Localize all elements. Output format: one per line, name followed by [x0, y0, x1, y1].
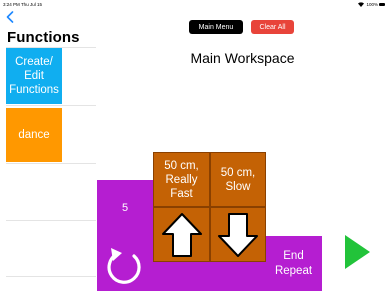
- sidebar-divider: [6, 105, 96, 106]
- end-repeat-block[interactable]: End Repeat: [265, 236, 322, 291]
- workspace-title: Main Workspace: [190, 50, 295, 66]
- function-dance-label: dance: [18, 129, 50, 141]
- direction-down-block[interactable]: [210, 207, 266, 262]
- function-dance[interactable]: dance: [6, 108, 62, 162]
- move-label-slow: 50 cm, Slow: [220, 166, 256, 193]
- chevron-left-icon[interactable]: [6, 11, 16, 23]
- sidebar-divider: [6, 163, 96, 164]
- main-menu-label: Main Menu: [198, 23, 234, 31]
- arrow-down-icon: [218, 212, 258, 257]
- create-edit-functions-button[interactable]: Create/ Edit Functions: [6, 48, 62, 104]
- end-repeat-label: End Repeat: [274, 249, 313, 277]
- sidebar-title: Functions: [7, 29, 80, 46]
- clear-all-label: Clear All: [259, 23, 286, 31]
- repeat-count-block[interactable]: 5: [97, 180, 153, 236]
- create-edit-functions-label: Create/ Edit Functions: [9, 56, 59, 96]
- repeat-count: 5: [121, 202, 129, 214]
- arrow-up-icon: [161, 212, 202, 257]
- move-block-slow[interactable]: 50 cm, Slow: [210, 152, 266, 207]
- direction-up-block[interactable]: [153, 207, 210, 262]
- battery-percent: 100%: [366, 2, 378, 7]
- clear-all-button[interactable]: Clear All: [251, 20, 294, 34]
- sidebar-divider: [6, 220, 96, 221]
- move-block-really-fast[interactable]: 50 cm, Really Fast: [153, 152, 210, 207]
- status-bar: 3:24 PM Thu Jul 15 100%: [0, 0, 386, 10]
- wifi-icon: [358, 2, 364, 9]
- status-time: 3:24 PM Thu Jul 15: [3, 2, 42, 7]
- sidebar-divider: [6, 276, 96, 277]
- move-label-really-fast: 50 cm, Really Fast: [164, 159, 199, 200]
- main-menu-button[interactable]: Main Menu: [189, 20, 243, 34]
- repeat-loop-icon: [103, 244, 147, 288]
- play-icon[interactable]: [345, 235, 370, 269]
- battery-icon: [379, 3, 385, 6]
